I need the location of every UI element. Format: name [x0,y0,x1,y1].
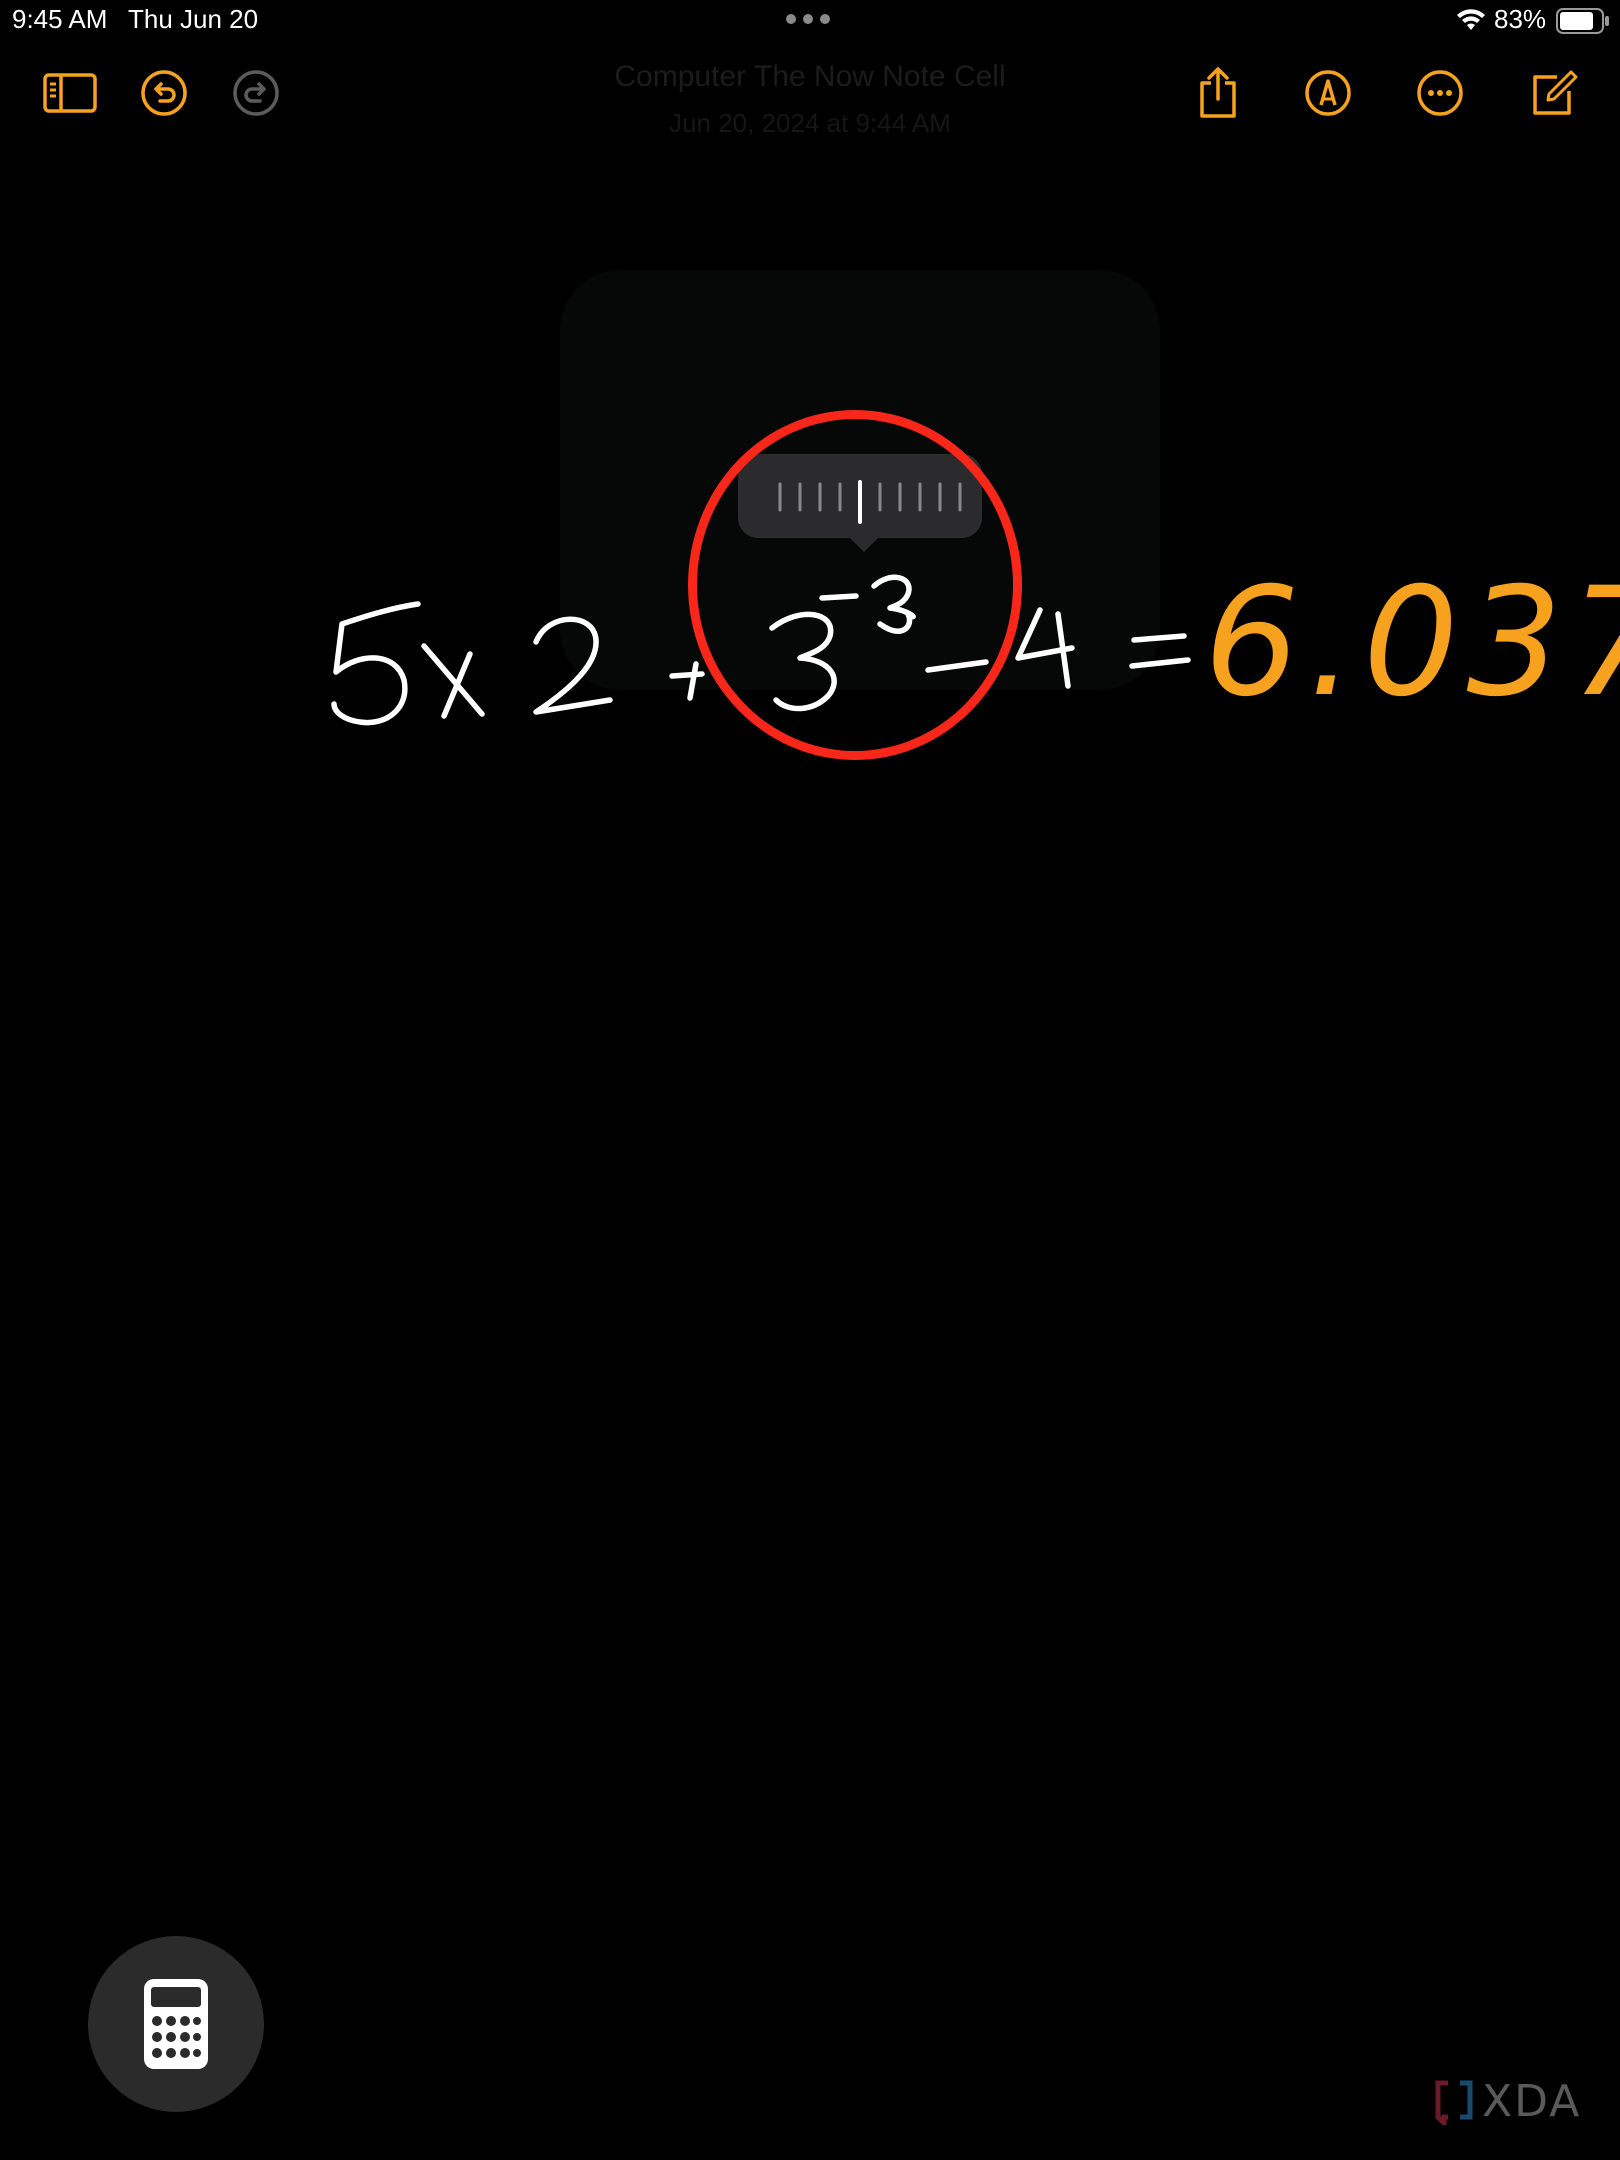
math-keyboard-button[interactable] [88,1936,264,2112]
calculated-result[interactable]: 6.037 [1204,568,1620,718]
calculator-icon [144,1979,208,2069]
highlight-circle [688,410,1022,760]
xda-logo-icon [1435,2080,1473,2125]
watermark-text: XDA [1482,2076,1582,2127]
xda-watermark: XDA [1434,2076,1581,2127]
